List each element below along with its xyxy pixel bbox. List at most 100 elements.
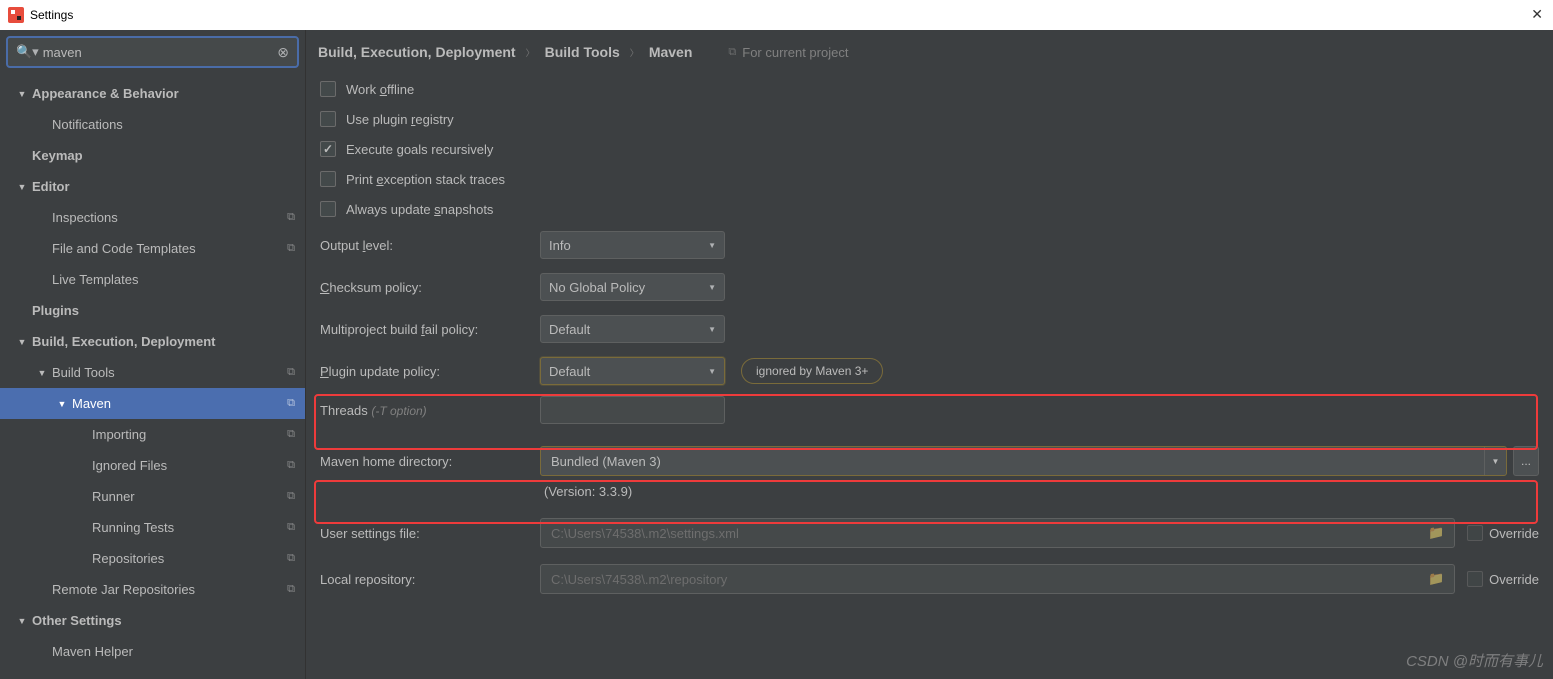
sidebar-item[interactable]: Repositories⧉ <box>0 543 305 574</box>
chevron-down-icon: ▼ <box>16 89 28 99</box>
output-level-combo[interactable]: Info ▼ <box>540 231 725 259</box>
folder-icon[interactable]: 📁 <box>1428 571 1444 587</box>
clear-search-icon[interactable]: ⊗ <box>277 44 289 61</box>
sidebar-item[interactable]: Running Tests⧉ <box>0 512 305 543</box>
sidebar-item-label: Runner <box>92 489 287 504</box>
sidebar-item-label: Inspections <box>52 210 287 225</box>
sidebar-item[interactable]: Runner⧉ <box>0 481 305 512</box>
sidebar-item[interactable]: Plugins <box>0 295 305 326</box>
chevron-right-icon: 〉 <box>526 46 535 59</box>
output-level-row: Output level: Info ▼ <box>320 224 1539 266</box>
copy-icon: ⧉ <box>287 211 295 224</box>
chevron-down-icon: ▼ <box>16 616 28 626</box>
checkbox[interactable] <box>320 111 336 127</box>
sidebar-item-label: Plugins <box>32 303 295 318</box>
breadcrumb-item: Maven <box>649 44 693 60</box>
copy-icon: ⧉ <box>287 366 295 379</box>
sidebar-item[interactable]: Remote Jar Repositories⧉ <box>0 574 305 605</box>
multiproject-combo[interactable]: Default ▼ <box>540 315 725 343</box>
copy-icon: ⧉ <box>287 552 295 565</box>
title-bar: Settings ✕ <box>0 0 1553 30</box>
chevron-down-icon: ▼ <box>708 325 716 334</box>
checkbox[interactable] <box>1467 525 1483 541</box>
search-input[interactable] <box>43 45 278 60</box>
sidebar-item[interactable]: ▼ Editor <box>0 171 305 202</box>
sidebar-item[interactable]: Notifications <box>0 109 305 140</box>
copy-icon: ⧉ <box>287 242 295 255</box>
sidebar-item-label: Keymap <box>32 148 295 163</box>
maven3-pill: ignored by Maven 3+ <box>741 358 883 384</box>
sidebar-item[interactable]: ▼ Maven⧉ <box>0 388 305 419</box>
checkbox[interactable] <box>320 141 336 157</box>
sidebar-item-label: Maven Helper <box>52 644 295 659</box>
sidebar-item-label: Maven <box>72 396 287 411</box>
window-title: Settings <box>30 8 73 22</box>
sidebar-item-label: Running Tests <box>92 520 287 535</box>
chevron-down-icon: ▼ <box>16 182 28 192</box>
search-box[interactable]: 🔍​▾ ⊗ <box>6 36 299 68</box>
maven-version-label: (Version: 3.3.9) <box>320 484 1539 510</box>
sidebar-item[interactable]: Maven Helper <box>0 636 305 667</box>
checksum-combo[interactable]: No Global Policy ▼ <box>540 273 725 301</box>
sidebar-item[interactable]: Live Templates <box>0 264 305 295</box>
checksum-row: Checksum policy: No Global Policy ▼ <box>320 266 1539 308</box>
copy-icon: ⧉ <box>287 583 295 596</box>
sidebar-item-label: Live Templates <box>52 272 295 287</box>
chevron-down-icon: ▼ <box>708 283 716 292</box>
user-settings-input[interactable]: C:\Users\74538\.m2\settings.xml 📁 <box>540 518 1455 548</box>
exception-trace-row[interactable]: Print exception stack traces <box>320 164 1539 194</box>
local-repo-input[interactable]: C:\Users\74538\.m2\repository 📁 <box>540 564 1455 594</box>
sidebar-item[interactable]: ▼Other Settings <box>0 605 305 636</box>
work-offline-row[interactable]: Work offline <box>320 74 1539 104</box>
chevron-down-icon: ▼ <box>56 399 68 409</box>
local-repo-row: Local repository: C:\Users\74538\.m2\rep… <box>320 556 1539 602</box>
sidebar-item[interactable]: ▼Build Tools⧉ <box>0 357 305 388</box>
checkbox[interactable] <box>320 201 336 217</box>
close-icon[interactable]: ✕ <box>1531 6 1543 23</box>
multiproject-row: Multiproject build fail policy: Default … <box>320 308 1539 350</box>
plugin-registry-row[interactable]: Use plugin registry <box>320 104 1539 134</box>
chevron-down-icon: ▼ <box>36 368 48 378</box>
plugin-update-combo[interactable]: Default ▼ <box>540 357 725 385</box>
sidebar-item-label: Notifications <box>52 117 295 132</box>
project-scope-hint: ⧉ For current project <box>728 45 848 60</box>
execute-recursive-row[interactable]: Execute goals recursively <box>320 134 1539 164</box>
plugin-update-row: Plugin update policy: Default ▼ ignored … <box>320 350 1539 392</box>
update-snapshots-row[interactable]: Always update snapshots <box>320 194 1539 224</box>
sidebar-item-label: Editor <box>32 179 295 194</box>
browse-button[interactable]: ... <box>1513 446 1539 476</box>
sidebar-item-label: Appearance & Behavior <box>32 86 295 101</box>
sidebar-item-label: File and Code Templates <box>52 241 287 256</box>
checkbox[interactable] <box>320 171 336 187</box>
maven-home-row: Maven home directory: Bundled (Maven 3) … <box>320 438 1539 484</box>
override-local-repo[interactable]: Override <box>1467 571 1539 587</box>
chevron-down-icon: ▼ <box>16 337 28 347</box>
breadcrumb-item[interactable]: Build Tools <box>545 44 620 60</box>
sidebar-item[interactable]: Keymap <box>0 140 305 171</box>
search-icon: 🔍​▾ <box>16 44 39 60</box>
sidebar-item-label: Ignored Files <box>92 458 287 473</box>
threads-input[interactable] <box>540 396 725 424</box>
copy-icon: ⧉ <box>287 459 295 472</box>
app-icon <box>8 7 24 23</box>
breadcrumb-item[interactable]: Build, Execution, Deployment <box>318 44 516 60</box>
copy-icon: ⧉ <box>287 521 295 534</box>
sidebar: 🔍​▾ ⊗ ▼ Appearance & Behavior Notification… <box>0 30 306 679</box>
sidebar-item[interactable]: Inspections⧉ <box>0 202 305 233</box>
sidebar-item[interactable]: ▼ Appearance & Behavior <box>0 78 305 109</box>
maven-home-combo[interactable]: Bundled (Maven 3) ▼ <box>540 446 1507 476</box>
sidebar-item[interactable]: Ignored Files⧉ <box>0 450 305 481</box>
copy-icon: ⧉ <box>287 397 295 410</box>
sidebar-item-label: Repositories <box>92 551 287 566</box>
override-user-settings[interactable]: Override <box>1467 525 1539 541</box>
sidebar-item[interactable]: Importing⧉ <box>0 419 305 450</box>
sidebar-item[interactable]: File and Code Templates⧉ <box>0 233 305 264</box>
sidebar-item-label: Importing <box>92 427 287 442</box>
checkbox[interactable] <box>1467 571 1483 587</box>
checkbox[interactable] <box>320 81 336 97</box>
threads-row: Threads (-T option) <box>320 392 1539 428</box>
folder-icon[interactable]: 📁 <box>1428 525 1444 541</box>
copy-icon: ⧉ <box>287 490 295 503</box>
sidebar-item[interactable]: ▼Build, Execution, Deployment <box>0 326 305 357</box>
copy-icon: ⧉ <box>728 46 736 59</box>
